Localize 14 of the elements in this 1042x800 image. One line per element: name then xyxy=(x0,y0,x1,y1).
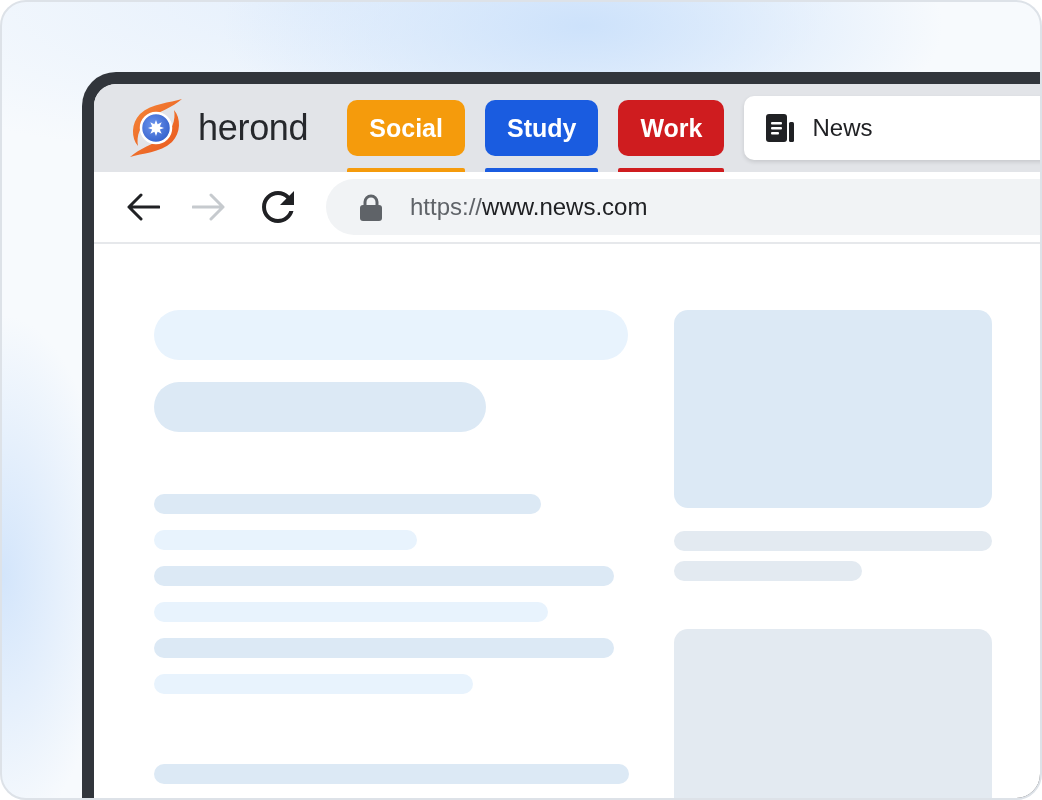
tab-group-button[interactable]: Work xyxy=(618,100,725,156)
url-text: https://www.news.com xyxy=(410,193,648,221)
brand-name: herond xyxy=(198,107,309,149)
tab-group-button[interactable]: Study xyxy=(484,100,599,156)
back-button[interactable] xyxy=(126,193,160,221)
newspaper-icon xyxy=(766,114,795,142)
tab-title: News xyxy=(812,114,873,142)
arrow-right-icon xyxy=(192,193,226,221)
reload-button[interactable] xyxy=(262,191,294,223)
arrow-left-icon xyxy=(126,193,160,221)
address-bar[interactable]: https://www.news.com xyxy=(326,179,1040,235)
lock-icon xyxy=(360,193,382,221)
reload-icon xyxy=(262,191,294,223)
browser-tab[interactable]: News xyxy=(744,96,1040,160)
